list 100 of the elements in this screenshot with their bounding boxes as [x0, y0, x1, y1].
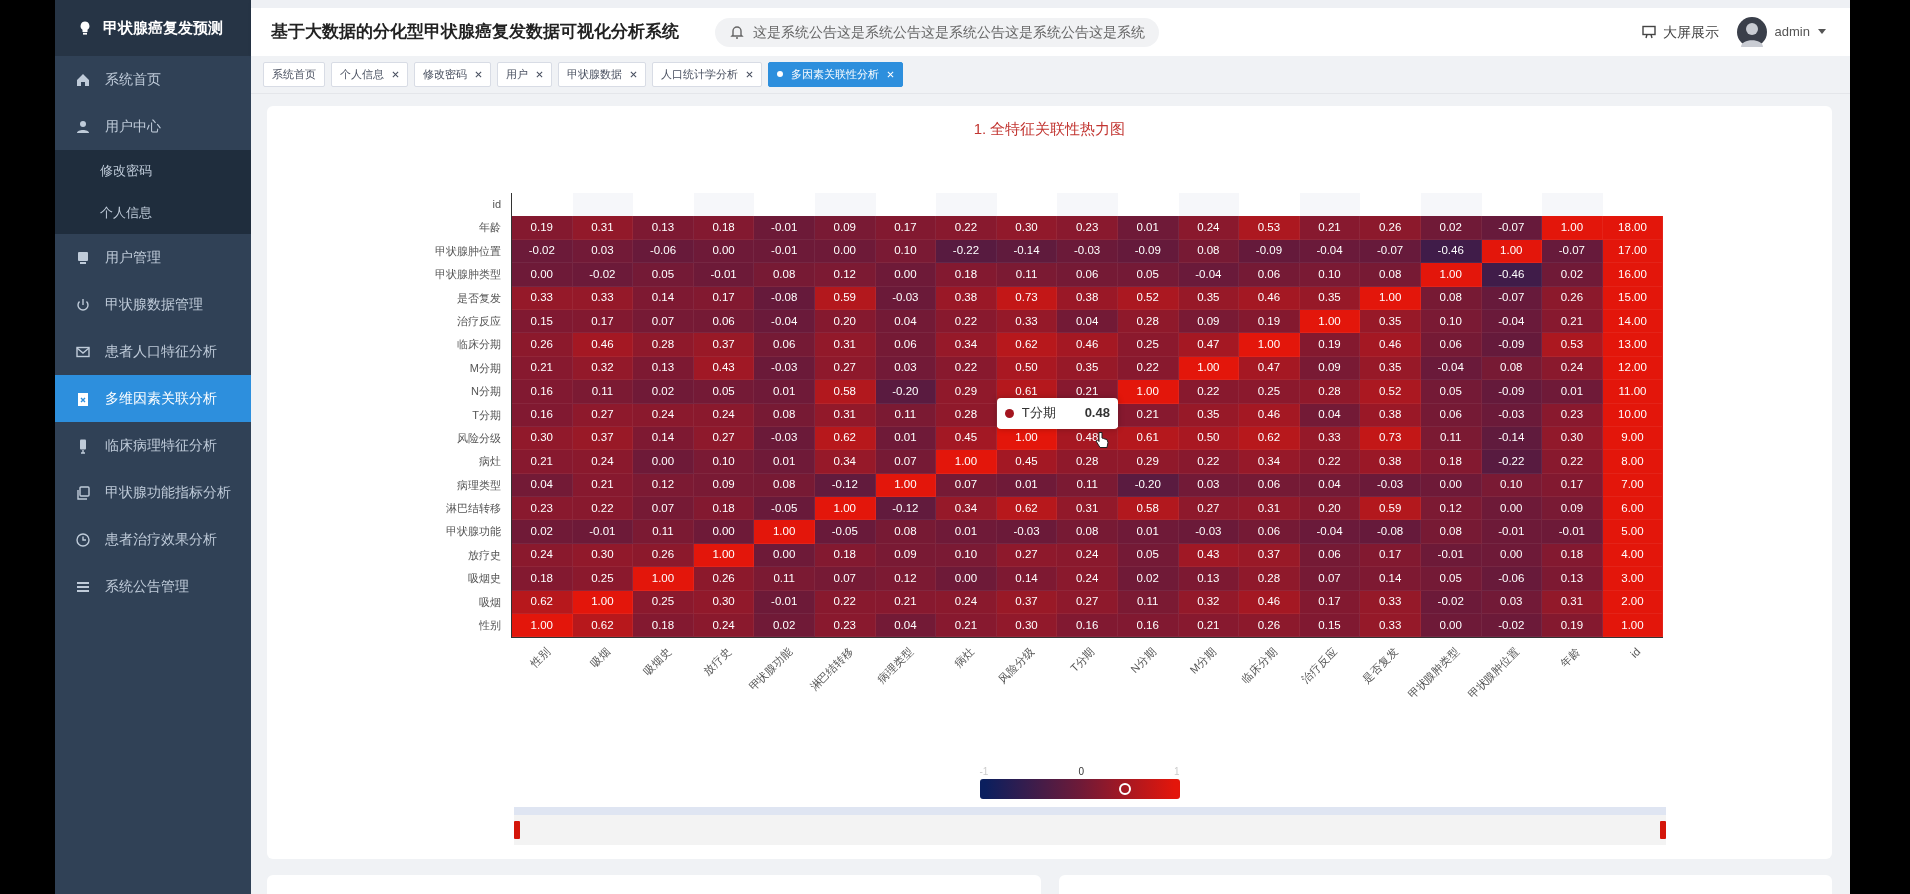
split-area-band: [693, 193, 755, 217]
slider-handle[interactable]: [1660, 821, 1666, 840]
big-screen-link[interactable]: 大屏展示: [1640, 21, 1719, 43]
heatmap-cell: 0.06: [1239, 473, 1300, 498]
heatmap-cell: 0.14: [633, 426, 694, 451]
split-area-band: [1057, 193, 1118, 217]
sidebar-item[interactable]: 系统首页: [55, 56, 251, 103]
heatmap-cell: 0.01: [1542, 380, 1603, 404]
heatmap-cell: 0.02: [1420, 216, 1482, 240]
heatmap-cell: 0.14: [633, 286, 694, 310]
close-icon[interactable]: [475, 70, 482, 78]
heatmap-cell: 0.05: [633, 263, 694, 287]
tab[interactable]: 系统首页: [263, 62, 325, 87]
heatmap-cell: -0.46: [1481, 263, 1543, 287]
split-area-band: [572, 193, 634, 217]
heatmap-cell: 0.18: [693, 497, 755, 521]
tab[interactable]: 多因素关联性分析: [768, 62, 903, 87]
heatmap-cell: -0.03: [1057, 239, 1118, 264]
heatmap-cell: 0.30: [996, 614, 1058, 638]
close-icon[interactable]: [392, 70, 399, 78]
heatmap-cell: 0.24: [512, 543, 573, 568]
heatmap-cell: 0.25: [1117, 333, 1179, 357]
heatmap-cell: 0.22: [936, 356, 997, 381]
tooltip-label: T分期: [1021, 404, 1056, 423]
submenu-item[interactable]: 修改密码: [55, 150, 251, 192]
heatmap-cell: 0.59: [1360, 497, 1421, 521]
heatmap-cell: 0.34: [1239, 450, 1300, 474]
copy-icon: [75, 484, 91, 501]
axis-label: 甲状腺肿类型: [434, 267, 502, 283]
axis-label: 病理类型: [874, 644, 916, 686]
sidebar-item[interactable]: 患者人口特征分析: [55, 328, 251, 375]
heatmap-cell: 0.27: [1057, 590, 1118, 615]
heatmap-cell: 0.09: [814, 216, 876, 240]
heatmap-cell: 0.33: [1360, 614, 1421, 638]
axis-label: M分期: [468, 360, 502, 376]
heatmap-cell: 0.21: [1542, 309, 1603, 334]
heatmap-cell: 0.47: [1239, 356, 1300, 381]
clock-icon: [75, 531, 91, 548]
heatmap-cell: 0.37: [1239, 543, 1300, 568]
heatmap-cell: 0.13: [633, 216, 694, 240]
zoom-slider[interactable]: [514, 807, 1666, 846]
split-area-band: [1299, 193, 1361, 217]
axis-label: 淋巴结转移: [806, 644, 855, 694]
heatmap-cell: 0.21: [512, 356, 573, 381]
heatmap-cell: 0.26: [1360, 216, 1421, 240]
sidebar-item[interactable]: 甲状腺数据管理: [55, 281, 251, 328]
close-icon[interactable]: [536, 70, 543, 78]
heatmap-cell: 1.00: [1420, 263, 1482, 287]
close-icon[interactable]: [746, 70, 753, 78]
sidebar-item[interactable]: 甲状腺功能指标分析: [55, 469, 251, 516]
heatmap-cell: 0.16: [1057, 614, 1118, 638]
heatmap-cell: 0.08: [1360, 263, 1421, 287]
tab[interactable]: 甲状腺数据: [558, 62, 646, 87]
axis-label: id: [1626, 644, 1643, 661]
heatmap-cell: 0.73: [1360, 426, 1421, 451]
sidebar-item[interactable]: 患者治疗效果分析: [55, 516, 251, 563]
heatmap-cell: 0.12: [875, 567, 937, 591]
heatmap-cell: 0.29: [1117, 450, 1179, 474]
axis-label: 病灶: [478, 454, 502, 470]
submenu-item[interactable]: 个人信息: [55, 192, 251, 234]
split-area-band: [814, 193, 876, 217]
heatmap-cell: 5.00: [1602, 520, 1664, 544]
heatmap-cell: 0.21: [1299, 216, 1361, 240]
heatmap-cell: 0.19: [1542, 614, 1603, 638]
heatmap-cell: 0.34: [936, 497, 997, 521]
heatmap-cell: 0.24: [1542, 356, 1603, 381]
user-menu[interactable]: admin: [1774, 22, 1810, 42]
slider-handle[interactable]: [514, 821, 520, 840]
axis-label: 放疗史: [700, 644, 734, 678]
app-title: 基于大数据的分化型甲状腺癌复发数据可视化分析系统: [271, 21, 679, 44]
heatmap-cell: 0.10: [693, 450, 755, 474]
heatmap-cell: 0.00: [936, 567, 997, 591]
axis-label: 风险分级: [456, 430, 502, 446]
sidebar-item[interactable]: 用户管理: [55, 234, 251, 281]
heatmap-cell: 0.28: [633, 333, 694, 357]
heatmap-cell: 0.31: [1239, 497, 1300, 521]
close-icon[interactable]: [630, 70, 637, 78]
sidebar-item[interactable]: 系统公告管理: [55, 563, 251, 610]
clipboard-icon: [75, 390, 91, 407]
tooltip-value: 0.48: [1084, 404, 1110, 423]
heatmap-cell: -0.09: [1481, 380, 1543, 404]
avatar[interactable]: [1736, 17, 1767, 47]
sidebar-item[interactable]: 临床病理特征分析: [55, 422, 251, 469]
heatmap-cell: 0.00: [754, 543, 815, 568]
heatmap-cell: 0.24: [633, 403, 694, 427]
heatmap-cell: 0.31: [1542, 590, 1603, 615]
sidebar-item[interactable]: 多维因素关联分析: [55, 375, 251, 422]
color-scale-bar[interactable]: [979, 779, 1180, 800]
heatmap-cell: 0.31: [572, 216, 634, 240]
tab[interactable]: 人口统计学分析: [652, 62, 762, 87]
split-area-band: [936, 193, 997, 217]
axis-label: 年龄: [478, 220, 502, 236]
heatmap-cell: 0.24: [572, 450, 634, 474]
heatmap-cell: 0.31: [1057, 497, 1118, 521]
sidebar-item[interactable]: 用户中心: [55, 103, 251, 150]
tab[interactable]: 用户: [497, 62, 552, 87]
tab[interactable]: 个人信息: [331, 62, 408, 87]
heatmap-cell: -0.03: [754, 426, 815, 451]
heatmap-cell: 0.62: [996, 497, 1058, 521]
tab[interactable]: 修改密码: [414, 62, 491, 87]
